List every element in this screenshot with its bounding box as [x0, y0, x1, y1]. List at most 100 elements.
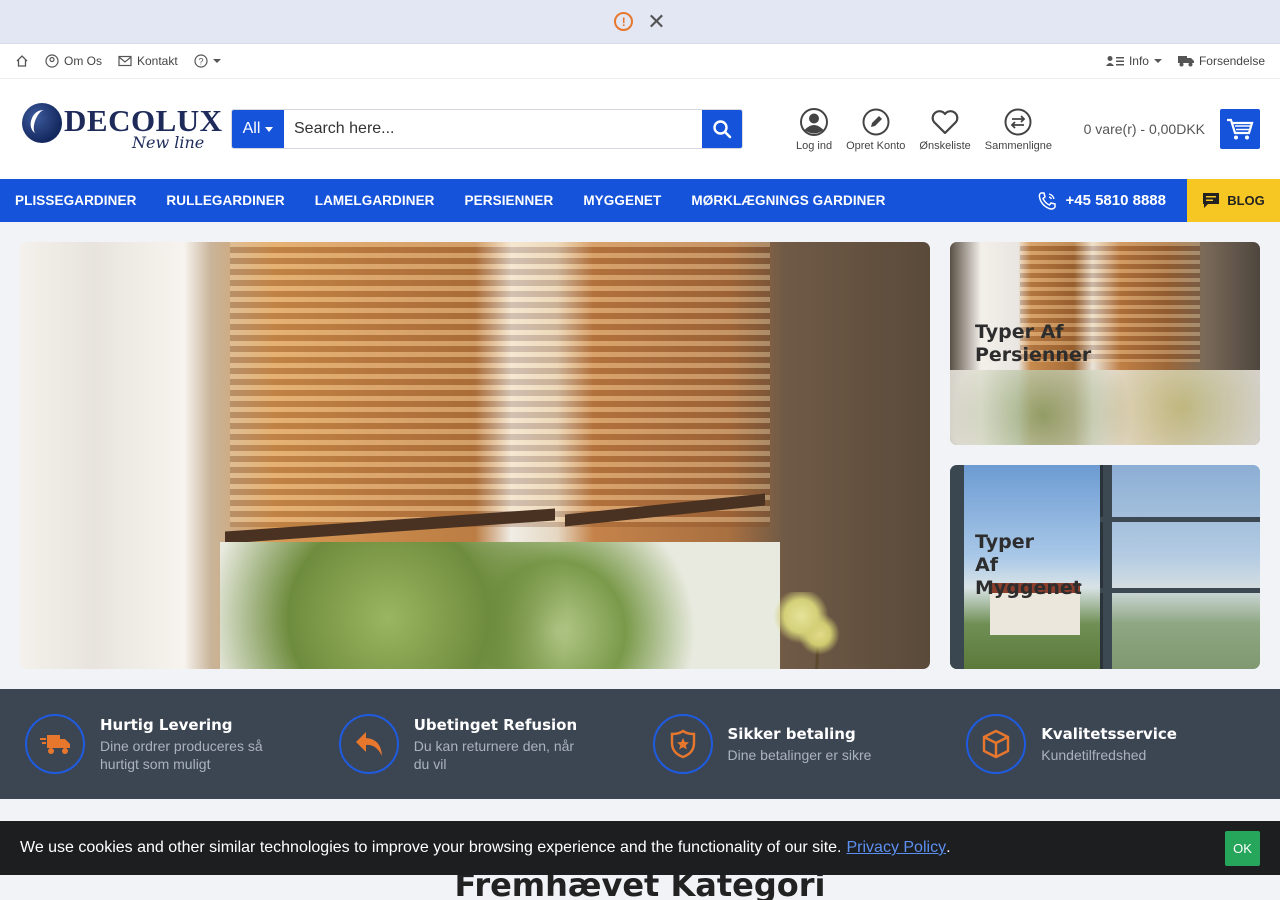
search-category-label: All	[242, 120, 261, 137]
info-dropdown[interactable]: Info	[1105, 54, 1162, 68]
compare-button[interactable]: Sammenligne	[978, 107, 1059, 152]
nav-menu: PLISSEGARDINER RULLEGARDINER LAMELGARDIN…	[0, 179, 1037, 222]
help-dropdown[interactable]: ?	[194, 54, 221, 68]
phone-number: +45 5810 8888	[1065, 192, 1166, 209]
nav-item-persienner[interactable]: PERSIENNER	[465, 193, 554, 208]
cart-summary: 0 vare(r) - 0,00DKK	[1083, 121, 1205, 137]
compare-label: Sammenligne	[984, 139, 1053, 152]
cart[interactable]: 0 vare(r) - 0,00DKK	[1084, 109, 1260, 149]
alert-icon: !	[614, 12, 634, 31]
feature-icon-circle	[652, 714, 713, 774]
shipping-link[interactable]: Forsendelse	[1177, 54, 1265, 68]
user-icon	[800, 107, 829, 136]
logo-tagline: New line	[132, 133, 205, 152]
cookie-ok-button[interactable]: OK	[1225, 830, 1260, 866]
truck-icon	[1177, 56, 1194, 67]
feature-title: Kvalitetsservice	[1041, 724, 1177, 743]
feature-secure-payment: Sikker betaling Dine betalinger er sikre	[652, 714, 967, 774]
user-list-icon	[1105, 56, 1124, 66]
home-icon	[16, 55, 28, 67]
heart-icon	[931, 109, 959, 134]
account-links: Log ind Opret Konto Ønskeliste Sammenlig…	[789, 107, 1059, 152]
wishlist-label: Ønskeliste	[919, 139, 971, 152]
feature-desc: Du kan returnere den, når du vil	[413, 737, 575, 772]
user-circle-icon	[45, 54, 59, 68]
banner-myggenet-window	[1100, 465, 1260, 669]
logo-emblem	[22, 103, 62, 143]
feature-desc: Dine ordrer produceres så hurtigt som mu…	[100, 737, 263, 772]
cart-button[interactable]	[1220, 109, 1260, 149]
hero-image-plants	[220, 542, 780, 669]
nav-item-lamelgardiner[interactable]: LAMELGARDINER	[315, 193, 435, 208]
search-input[interactable]	[284, 110, 702, 148]
banners: Typer Af Persienner Typer Af Myggenet	[20, 242, 1260, 669]
feature-desc: Dine betalinger er sikre	[727, 746, 872, 763]
feature-icon-circle	[25, 714, 85, 774]
banner-myggenet-bar	[1100, 588, 1260, 593]
about-link[interactable]: Om Os	[45, 54, 102, 68]
shield-star-icon	[670, 729, 695, 759]
cookie-banner: We use cookies and other similar technol…	[0, 821, 1280, 875]
shipping-label: Forsendelse	[1198, 54, 1265, 68]
notice-bar: ! ✕	[0, 0, 1280, 44]
topbar: Om Os Kontakt ? Info Forsendelse	[0, 44, 1280, 79]
search-button[interactable]	[702, 110, 742, 148]
help-icon: ?	[194, 54, 208, 68]
hero-image-orchid	[765, 592, 855, 669]
hero-banner[interactable]	[20, 242, 930, 669]
nav-item-morklaegning[interactable]: MØRKLÆGNINGS GARDINER	[691, 193, 885, 208]
phone-link[interactable]: +45 5810 8888	[1037, 179, 1187, 222]
search-bar: All	[231, 109, 743, 149]
banner-persienner[interactable]: Typer Af Persienner	[950, 242, 1260, 445]
main-nav: PLISSEGARDINER RULLEGARDINER LAMELGARDIN…	[0, 179, 1280, 222]
feature-refund: Ubetinget Refusion Du kan returnere den,…	[338, 714, 653, 774]
contact-label: Kontakt	[137, 54, 178, 68]
features-strip: Hurtig Levering Dine ordrer produceres s…	[0, 689, 1280, 799]
feature-title: Ubetinget Refusion	[413, 715, 578, 734]
about-label: Om Os	[64, 54, 102, 68]
caret-down-icon	[1153, 59, 1162, 63]
home-link[interactable]	[15, 54, 29, 68]
search-category-select[interactable]: All	[232, 110, 284, 148]
feature-icon-circle	[966, 714, 1027, 774]
login-button[interactable]: Log ind	[789, 107, 839, 152]
login-label: Log ind	[796, 139, 833, 152]
header: DECOLUX New line All Log ind Opret Konto…	[0, 79, 1280, 179]
feature-quality-service: Kvalitetsservice Kundetilfredshed	[966, 714, 1280, 774]
banner-myggenet-bar	[1100, 517, 1260, 522]
hero-image-blinds	[230, 242, 770, 527]
mail-icon	[118, 55, 132, 67]
privacy-policy-link[interactable]: Privacy Policy	[846, 839, 946, 857]
banner-persienner-caption: Typer Af Persienner	[975, 321, 1092, 366]
wishlist-button[interactable]: Ønskeliste	[912, 107, 977, 152]
banner-persienner-plants	[950, 370, 1260, 445]
logo[interactable]: DECOLUX New line	[20, 99, 222, 159]
caret-down-icon	[265, 126, 274, 132]
banner-myggenet-frame-left	[950, 465, 964, 669]
search-icon	[713, 120, 732, 139]
cookie-text: We use cookies and other similar technol…	[20, 839, 842, 856]
contact-link[interactable]: Kontakt	[118, 54, 178, 68]
blog-button[interactable]: BLOG	[1187, 179, 1280, 222]
phone-icon	[1039, 191, 1057, 210]
feature-title: Sikker betaling	[727, 724, 856, 743]
feature-icon-circle	[338, 714, 399, 774]
close-icon[interactable]: ✕	[647, 10, 665, 33]
register-label: Opret Konto	[846, 139, 906, 152]
return-arrow-icon	[355, 732, 382, 756]
feature-desc: Kundetilfredshed	[1041, 746, 1147, 763]
cookie-period: .	[946, 839, 951, 856]
nav-item-myggenet[interactable]: MYGGENET	[583, 193, 661, 208]
chat-icon	[1203, 193, 1220, 208]
nav-item-plissegardiner[interactable]: PLISSEGARDINER	[15, 193, 136, 208]
box-icon	[983, 729, 1010, 759]
banner-myggenet[interactable]: Typer Af Myggenet	[950, 465, 1260, 669]
nav-item-rullegardiner[interactable]: RULLEGARDINER	[166, 193, 284, 208]
info-label: Info	[1128, 54, 1149, 68]
register-button[interactable]: Opret Konto	[839, 107, 912, 152]
feature-title: Hurtig Levering	[100, 715, 233, 734]
svg-text:?: ?	[198, 57, 203, 67]
feature-fast-delivery: Hurtig Levering Dine ordrer produceres s…	[25, 714, 339, 774]
pencil-icon	[862, 108, 890, 135]
cart-icon	[1227, 118, 1254, 140]
